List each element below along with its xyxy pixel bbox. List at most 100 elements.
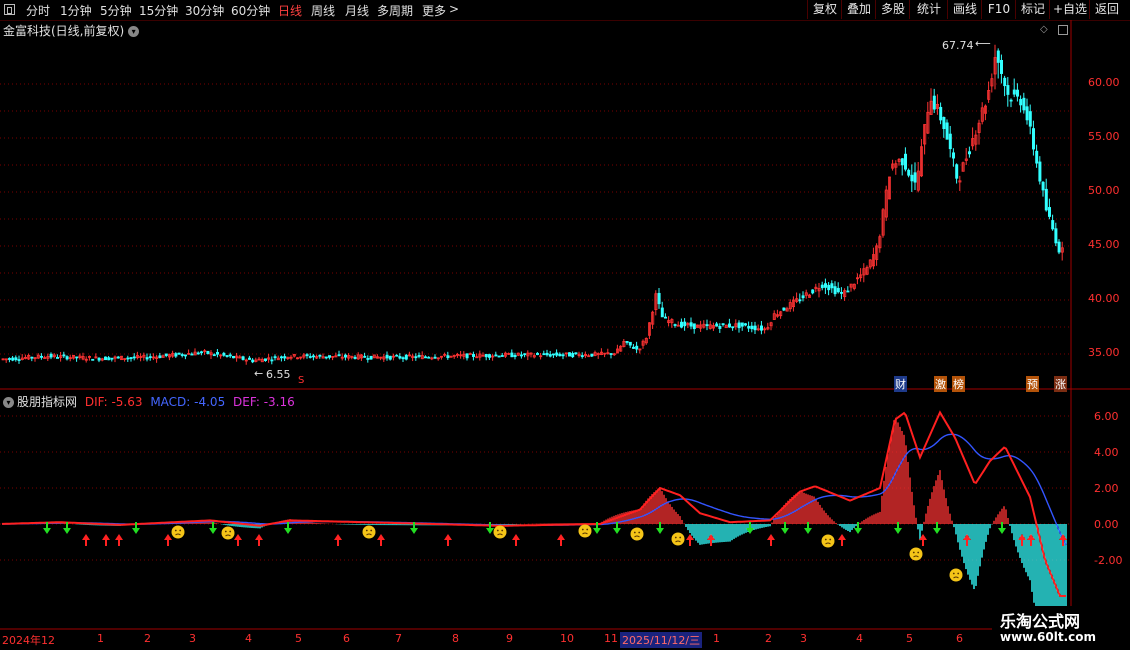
candle-body	[833, 286, 837, 295]
high-arrow-icon: ⟵	[975, 37, 991, 50]
s-marker: S	[298, 375, 305, 386]
face-eye	[912, 551, 915, 554]
finance-badge[interactable]: 财	[894, 376, 907, 392]
candle-body	[177, 352, 181, 355]
forecast-badge[interactable]: 预	[1026, 376, 1039, 392]
face-icon	[578, 524, 592, 538]
candle-body	[395, 354, 399, 357]
candle-body	[366, 358, 370, 360]
candle-body	[487, 354, 491, 358]
candle-body	[760, 325, 764, 331]
candle-body	[664, 316, 668, 319]
candle-body	[17, 359, 21, 361]
candle-body	[1009, 99, 1013, 102]
candle-body	[561, 354, 565, 357]
face-eye	[824, 538, 827, 541]
watermark: 乐淘公式网 www.60lt.com	[992, 606, 1130, 650]
up-arrow-icon	[82, 534, 90, 546]
candle-body	[830, 283, 834, 289]
candle-body	[65, 356, 69, 360]
candle-body	[385, 354, 389, 359]
date-label: 10	[560, 632, 574, 645]
candle-body	[446, 355, 450, 359]
face-eye	[829, 538, 832, 541]
candle-body	[273, 356, 277, 359]
up-arrow-icon	[838, 534, 846, 546]
date-label: 1	[97, 632, 104, 645]
candle-body	[241, 356, 245, 360]
candle-body	[110, 357, 114, 360]
price-chart[interactable]	[0, 0, 1130, 650]
candle-body	[571, 353, 575, 358]
candle-body	[942, 116, 946, 130]
candle-body	[1048, 207, 1052, 217]
candle-body	[40, 355, 44, 358]
candle-body	[11, 357, 15, 361]
face-icon	[493, 525, 507, 539]
candle-body	[228, 354, 232, 357]
candle-body	[609, 353, 613, 355]
face-eye	[674, 536, 677, 539]
face-eye	[174, 529, 177, 532]
indicator-tick: 2.00	[1094, 482, 1119, 495]
price-tick: 50.00	[1088, 184, 1120, 197]
candle-body	[657, 292, 661, 305]
candle-body	[737, 322, 741, 329]
high-price-label: 67.74	[942, 39, 974, 52]
price-tick: 40.00	[1088, 292, 1120, 305]
face-eye	[501, 529, 504, 532]
rise-badge[interactable]: 涨	[1054, 376, 1067, 392]
candle-body	[318, 354, 322, 357]
candle-body	[116, 356, 120, 359]
date-label: 1	[713, 632, 720, 645]
candle-body	[183, 354, 187, 357]
candle-body	[692, 323, 696, 330]
date-label: 5	[295, 632, 302, 645]
watermark-title: 乐淘公式网	[1000, 612, 1081, 631]
candle-body	[62, 354, 66, 357]
candle-body	[270, 359, 274, 362]
candle-body	[500, 355, 504, 357]
candle-body	[225, 355, 229, 357]
candle-body	[308, 356, 312, 358]
rank-badge[interactable]: 榜	[952, 376, 965, 392]
candle-body	[718, 325, 722, 329]
candle-body	[1012, 89, 1016, 95]
candle-body	[705, 324, 709, 327]
date-label: 4	[856, 632, 863, 645]
candle-body	[520, 354, 524, 357]
date-label: 3	[800, 632, 807, 645]
face-eye	[496, 529, 499, 532]
indicator-header[interactable]: ▾ 股朋指标网 DIF: -5.63 MACD: -4.05 DEF: -3.16	[3, 393, 295, 410]
up-arrow-icon	[234, 534, 242, 546]
date-label: 2	[144, 632, 151, 645]
watermark-url: www.60lt.com	[1000, 630, 1097, 644]
candle-body	[126, 357, 130, 360]
candle-body	[49, 353, 53, 358]
candle-body	[747, 325, 751, 329]
candle-body	[212, 354, 216, 357]
date-label: 9	[506, 632, 513, 645]
candle-body	[628, 341, 632, 346]
face-icon	[171, 525, 185, 539]
face-eye	[370, 529, 373, 532]
candle-body	[1051, 220, 1055, 230]
date-label: 6	[343, 632, 350, 645]
candle-body	[404, 354, 408, 360]
candle-body	[827, 284, 831, 291]
candle-body	[263, 358, 267, 361]
candle-body	[750, 325, 754, 330]
candle-body	[388, 355, 392, 360]
candle-body	[353, 356, 357, 359]
date-label: 4	[245, 632, 252, 645]
face-eye	[586, 528, 589, 531]
candle-body	[1054, 228, 1058, 244]
surge-badge[interactable]: 激	[934, 376, 947, 392]
chevron-down-icon[interactable]: ▾	[3, 397, 14, 408]
candle-body	[683, 321, 687, 327]
candle-body	[343, 354, 347, 358]
face-icon	[630, 527, 644, 541]
candle-body	[548, 354, 552, 357]
candle-body	[580, 355, 584, 357]
candle-body	[801, 295, 805, 299]
